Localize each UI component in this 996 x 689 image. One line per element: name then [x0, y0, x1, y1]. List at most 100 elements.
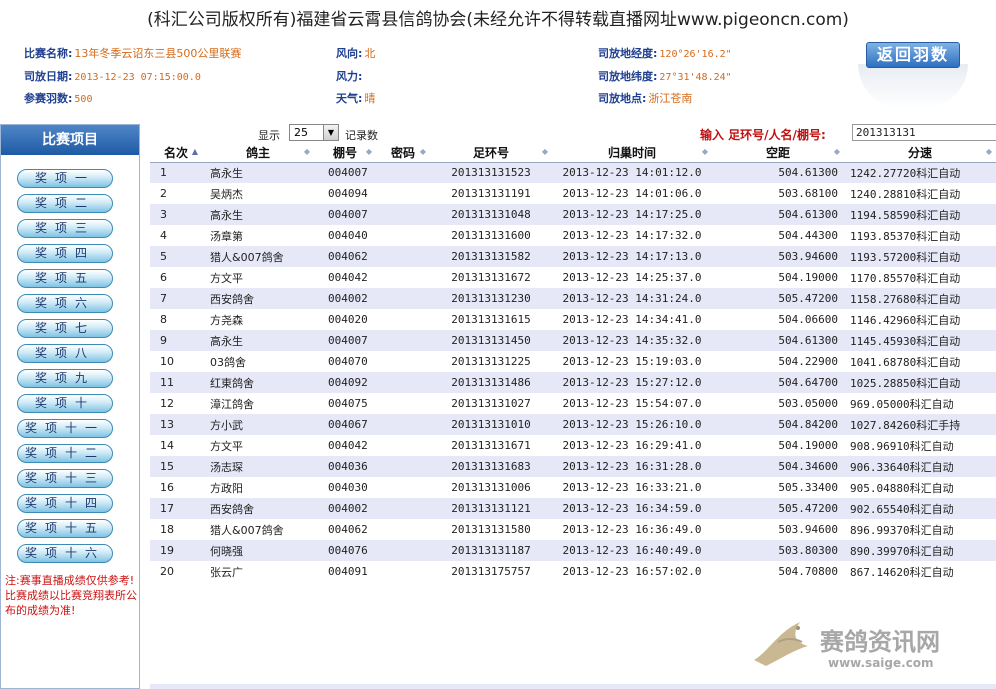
speed-cell: 906.33640科汇自动 — [844, 456, 996, 477]
release-place-label: 司放地点: — [598, 92, 647, 105]
prize-button-10[interactable]: 奖项十 — [17, 394, 113, 413]
prize-button-11[interactable]: 奖项十一 — [17, 419, 113, 438]
rank-cell: 7 — [150, 288, 202, 309]
loft-cell: 004094 — [314, 183, 376, 204]
col-header-ring[interactable]: 足环号 ◆ — [430, 144, 552, 163]
speed-value: 969.05000 — [850, 397, 910, 411]
entries-row: 参赛羽数: 500 — [24, 90, 92, 106]
distance-cell: 504.61300 — [712, 162, 844, 183]
back-button-label[interactable]: 返回羽数 — [866, 42, 960, 68]
record-method: 科汇自动 — [916, 292, 961, 306]
loft-cell: 004036 — [314, 456, 376, 477]
password-cell — [376, 246, 430, 267]
watermark-url: www.saige.com — [828, 656, 934, 670]
rank-cell: 19 — [150, 540, 202, 561]
sort-icon: ◆ — [303, 147, 310, 156]
loft-cell: 004067 — [314, 414, 376, 435]
prize-button-14[interactable]: 奖项十四 — [17, 494, 113, 513]
sort-icon: ◆ — [419, 147, 426, 156]
password-cell — [376, 183, 430, 204]
prize-button-6[interactable]: 奖项六 — [17, 294, 113, 313]
speed-cell: 902.65540科汇自动 — [844, 498, 996, 519]
record-method: 科汇自动 — [909, 544, 954, 558]
race-name-row: 比赛名称: 13年冬季云诏东三县500公里联赛 — [24, 45, 241, 61]
password-cell — [376, 414, 430, 435]
speed-value: 1170.85570 — [850, 271, 917, 285]
sidebar-title: 比赛项目 — [1, 125, 139, 155]
prize-button-4[interactable]: 奖项四 — [17, 244, 113, 263]
arrival-cell: 2013-12-23 16:40:49.0 — [552, 540, 712, 561]
results-body: 1 高永生 004007 201313131523 2013-12-23 14:01:1… — [150, 162, 996, 582]
col-header-speed[interactable]: 分速 ◆ — [844, 144, 996, 163]
table-row: 14 方文平 004042 201313131671 2013-12-23 16:29:… — [150, 435, 996, 456]
rank-cell: 16 — [150, 477, 202, 498]
page-size-select[interactable]: 25 ▼ — [289, 124, 339, 141]
password-cell — [376, 309, 430, 330]
distance-cell: 504.19000 — [712, 435, 844, 456]
race-info: 比赛名称: 13年冬季云诏东三县500公里联赛 司放日期: 2013-12-23 0… — [0, 40, 996, 114]
col-header-rank[interactable]: 名次 ▲ — [150, 144, 202, 163]
longitude-value: 120°26'16.2" — [659, 49, 732, 60]
table-row: 11 红東鸽舍 004092 201313131486 2013-12-23 15:27… — [150, 372, 996, 393]
col-header-distance[interactable]: 空距 ◆ — [712, 144, 844, 163]
owner-cell: 西安鸽舍 — [202, 288, 314, 309]
record-method: 科汇自动 — [916, 313, 961, 327]
owner-cell: 方文平 — [202, 267, 314, 288]
loft-cell: 004007 — [314, 162, 376, 183]
back-button[interactable]: 返回羽数 — [858, 40, 968, 112]
rank-cell: 4 — [150, 225, 202, 246]
table-row: 3 高永生 004007 201313131048 2013-12-23 14:17:2… — [150, 204, 996, 225]
prize-button-15[interactable]: 奖项十五 — [17, 519, 113, 538]
chevron-down-icon[interactable]: ▼ — [323, 125, 338, 140]
owner-cell: 漳江鸽舍 — [202, 393, 314, 414]
prize-button-3[interactable]: 奖项三 — [17, 219, 113, 238]
col-header-owner[interactable]: 鸽主 ◆ — [202, 144, 314, 163]
distance-cell: 504.84200 — [712, 414, 844, 435]
speed-cell: 1242.27720科汇自动 — [844, 162, 996, 183]
prize-button-13[interactable]: 奖项十三 — [17, 469, 113, 488]
prize-button-8[interactable]: 奖项八 — [17, 344, 113, 363]
owner-cell: 吴炳杰 — [202, 183, 314, 204]
ring-cell: 201313131006 — [430, 477, 552, 498]
table-bottom-strip — [150, 684, 996, 689]
table-row: 17 西安鸽舍 004002 201313131121 2013-12-23 16:34… — [150, 498, 996, 519]
rank-cell: 5 — [150, 246, 202, 267]
speed-cell: 1158.27680科汇自动 — [844, 288, 996, 309]
distance-cell: 504.64700 — [712, 372, 844, 393]
pigeon-logo-icon — [754, 622, 808, 666]
col-header-speed-label: 分速 — [907, 146, 932, 161]
distance-cell: 504.61300 — [712, 204, 844, 225]
loft-cell: 004062 — [314, 519, 376, 540]
prize-button-1[interactable]: 奖项一 — [17, 169, 113, 188]
arrival-cell: 2013-12-23 16:31:28.0 — [552, 456, 712, 477]
prize-button-12[interactable]: 奖项十二 — [17, 444, 113, 463]
arrival-cell: 2013-12-23 14:01:12.0 — [552, 162, 712, 183]
col-header-password[interactable]: 密码 ◆ — [376, 144, 430, 163]
password-cell — [376, 519, 430, 540]
owner-cell: 高永生 — [202, 330, 314, 351]
rank-cell: 1 — [150, 162, 202, 183]
prize-button-9[interactable]: 奖项九 — [17, 369, 113, 388]
release-place-value: 浙江苍南 — [648, 92, 693, 105]
arrival-cell: 2013-12-23 16:33:21.0 — [552, 477, 712, 498]
loft-cell: 004007 — [314, 330, 376, 351]
search-input[interactable] — [852, 124, 996, 141]
prize-button-5[interactable]: 奖项五 — [17, 269, 113, 288]
rank-cell: 20 — [150, 561, 202, 582]
prize-button-2[interactable]: 奖项二 — [17, 194, 113, 213]
prize-button-16[interactable]: 奖项十六 — [17, 544, 113, 563]
table-row: 12 漳江鸽舍 004075 201313131027 2013-12-23 15:54… — [150, 393, 996, 414]
speed-value: 1041.68780 — [850, 355, 917, 369]
rank-cell: 6 — [150, 267, 202, 288]
sort-icon: ◆ — [985, 147, 992, 156]
table-row: 18 猎人&007鸽舍 004062 201313131580 2013-12-23 1… — [150, 519, 996, 540]
wind-dir-label: 风向: — [336, 47, 363, 60]
col-header-loft[interactable]: 棚号 ◆ — [314, 144, 376, 163]
prize-button-7[interactable]: 奖项七 — [17, 319, 113, 338]
arrival-cell: 2013-12-23 16:57:02.0 — [552, 561, 712, 582]
table-row: 7 西安鸽舍 004002 201313131230 2013-12-23 14:31:… — [150, 288, 996, 309]
speed-value: 1025.28850 — [850, 376, 917, 390]
owner-cell: 方政阳 — [202, 477, 314, 498]
col-header-arrival[interactable]: 归巢时间 ◆ — [552, 144, 712, 163]
sort-icon: ◆ — [701, 147, 708, 156]
